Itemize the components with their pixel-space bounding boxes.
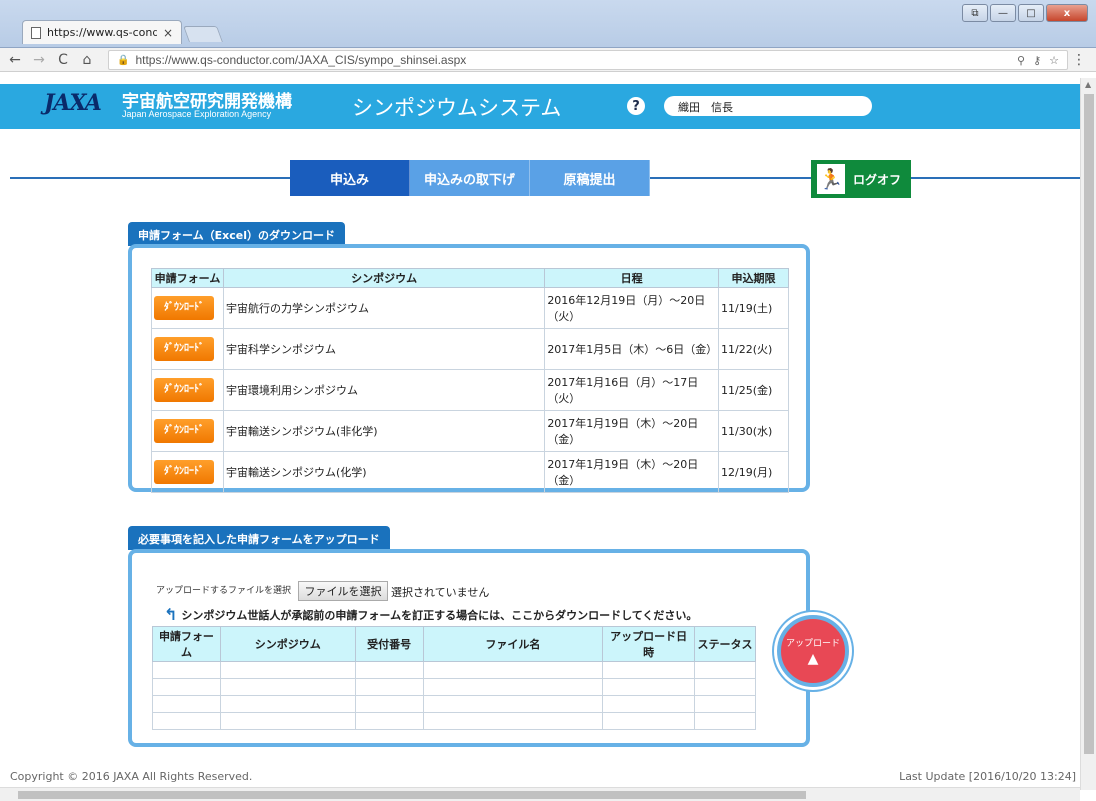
col-header-file-name: ファイル名 — [422, 626, 604, 662]
browser-menu-icon[interactable]: ⋮ — [1072, 52, 1086, 68]
logoff-label: ログオフ — [853, 172, 902, 187]
horizontal-scrollbar[interactable] — [0, 787, 1080, 801]
col-header-upload-date: アップロード日時 — [602, 626, 696, 662]
user-name: 織田 信長 — [664, 96, 872, 116]
browser-titlebar: https://www.qs-cond × ⧉ — □ x — [0, 0, 1096, 48]
schedule: 2017年1月19日（木）～20日（金） — [544, 410, 720, 452]
curved-arrow-icon: ↰ — [164, 605, 178, 624]
scrollbar-thumb[interactable] — [1084, 94, 1094, 754]
download-button[interactable]: ﾀﾞｳﾝﾛｰﾄﾞ — [154, 296, 214, 320]
upload-section-title: 必要事項を記入した申請フォームをアップロード — [128, 526, 390, 550]
address-bar[interactable]: 🔒 https://www.qs-conductor.com/JAXA_CIS/… — [108, 50, 1068, 70]
window-controls: ⧉ — □ x — [962, 4, 1088, 22]
deadline: 11/22(火) — [718, 328, 789, 370]
tab-submit-manuscript[interactable]: 原稿提出 — [530, 160, 650, 196]
browser-toolbar: ← → C ⌂ 🔒 https://www.qs-conductor.com/J… — [0, 48, 1096, 72]
correction-note: ↰ シンポジウム世話人が承認前の申請フォームを訂正する場合には、ここからダウンロ… — [164, 605, 697, 624]
minimize-icon[interactable]: — — [990, 4, 1016, 22]
symposium-name: 宇宙航行の力学シンポジウム — [222, 287, 546, 329]
download-button[interactable]: ﾀﾞｳﾝﾛｰﾄﾞ — [154, 419, 214, 443]
note-text: シンポジウム世話人が承認前の申請フォームを訂正する場合には、ここからダウンロード… — [181, 608, 698, 622]
col-header-deadline: 申込期限 — [718, 268, 789, 288]
download-button[interactable]: ﾀﾞｳﾝﾛｰﾄﾞ — [154, 378, 214, 402]
copyright: Copyright © 2016 JAXA All Rights Reserve… — [10, 770, 253, 783]
table-row: ﾀﾞｳﾝﾛｰﾄﾞ 宇宙輸送シンポジウム(非化学) 2017年1月19日（木）～2… — [151, 410, 789, 452]
page-icon — [31, 26, 41, 39]
jaxa-logo[interactable]: JAXA — [44, 90, 102, 116]
tab-apply[interactable]: 申込み — [290, 160, 410, 196]
table-row — [152, 661, 756, 679]
footer: Copyright © 2016 JAXA All Rights Reserve… — [0, 768, 1080, 786]
col-header-form: 申請フォーム — [151, 268, 224, 288]
schedule: 2017年1月19日（木）～20日（金） — [544, 451, 720, 493]
url-text[interactable]: https://www.qs-conductor.com/JAXA_CIS/sy… — [135, 53, 466, 67]
download-section-title: 申請フォーム（Excel）のダウンロード — [128, 222, 346, 246]
table-row: ﾀﾞｳﾝﾛｰﾄﾞ 宇宙環境利用シンポジウム 2017年1月16日（月）～17日（… — [151, 369, 789, 411]
symposium-name: 宇宙輸送シンポジウム(非化学) — [222, 410, 546, 452]
help-icon[interactable]: ? — [627, 97, 645, 115]
tab-close-icon[interactable]: × — [163, 26, 173, 40]
schedule: 2017年1月16日（月）～17日（火） — [544, 369, 720, 411]
org-name-en: Japan Aerospace Exploration Agency — [122, 109, 272, 119]
nav-divider — [911, 177, 1080, 179]
browser-tab[interactable]: https://www.qs-cond × — [22, 20, 182, 44]
col-header-receipt-number: 受付番号 — [354, 626, 424, 662]
zoom-icon[interactable]: ⚲ — [1017, 54, 1025, 67]
close-window-icon[interactable]: x — [1046, 4, 1088, 22]
home-icon[interactable]: ⌂ — [80, 52, 94, 68]
new-tab-button[interactable] — [183, 26, 223, 42]
table-row: ﾀﾞｳﾝﾛｰﾄﾞ 宇宙科学シンポジウム 2017年1月5日（木）～6日（金） 1… — [151, 328, 789, 370]
vertical-scrollbar[interactable]: ▲ — [1080, 78, 1096, 790]
site-header: JAXA 宇宙航空研究開発機構 Japan Aerospace Explorat… — [0, 84, 1080, 129]
nav-divider — [10, 177, 290, 179]
tab-title: https://www.qs-cond — [47, 26, 157, 39]
symposium-name: 宇宙環境利用シンポジウム — [222, 369, 546, 411]
main-nav: 申込み 申込みの取下げ 原稿提出 — [290, 160, 650, 196]
schedule: 2016年12月19日（月）～20日（火） — [544, 287, 720, 329]
download-button[interactable]: ﾀﾞｳﾝﾛｰﾄﾞ — [154, 460, 214, 484]
maximize-icon[interactable]: □ — [1018, 4, 1044, 22]
bookmark-star-icon[interactable]: ☆ — [1049, 54, 1059, 67]
col-header-status: ステータス — [694, 626, 756, 662]
deadline: 11/30(水) — [718, 410, 789, 452]
scrollbar-thumb[interactable] — [18, 791, 806, 799]
col-header-symposium: シンポジウム — [222, 268, 546, 288]
col-header-form: 申請フォーム — [152, 626, 221, 662]
table-row — [152, 712, 756, 730]
reload-icon[interactable]: C — [56, 52, 70, 68]
system-title: シンポジウムシステム — [352, 96, 562, 120]
download-button[interactable]: ﾀﾞｳﾝﾛｰﾄﾞ — [154, 337, 214, 361]
choose-file-button[interactable]: ファイルを選択 — [298, 581, 388, 601]
back-icon[interactable]: ← — [8, 52, 22, 68]
upload-button-label: アップロード — [785, 638, 840, 649]
upload-table: 申請フォーム シンポジウム 受付番号 ファイル名 アップロード日時 ステータス — [152, 626, 756, 730]
key-icon[interactable]: ⚷ — [1033, 54, 1041, 67]
deadline: 12/19(月) — [718, 451, 789, 493]
deadline: 11/19(土) — [718, 287, 789, 329]
forward-icon[interactable]: → — [32, 52, 46, 68]
table-row — [152, 678, 756, 696]
lock-icon: 🔒 — [117, 54, 130, 66]
upload-button[interactable]: アップロード ▲ — [777, 615, 849, 687]
exit-icon: 🏃 — [817, 164, 845, 194]
tab-withdraw[interactable]: 申込みの取下げ — [410, 160, 530, 196]
symposium-name: 宇宙科学シンポジウム — [222, 328, 546, 370]
symposium-name: 宇宙輸送シンポジウム(化学) — [222, 451, 546, 493]
restore-icon[interactable]: ⧉ — [962, 4, 988, 22]
download-table: 申請フォーム シンポジウム 日程 申込期限 ﾀﾞｳﾝﾛｰﾄﾞ 宇宙航行の力学シン… — [151, 268, 789, 493]
table-row: ﾀﾞｳﾝﾛｰﾄﾞ 宇宙航行の力学シンポジウム 2016年12月19日（月）～20… — [151, 287, 789, 329]
deadline: 11/25(金) — [718, 369, 789, 411]
schedule: 2017年1月5日（木）～6日（金） — [544, 328, 720, 370]
logoff-button[interactable]: 🏃 ログオフ — [811, 160, 911, 198]
table-row: ﾀﾞｳﾝﾛｰﾄﾞ 宇宙輸送シンポジウム(化学) 2017年1月19日（木）～20… — [151, 451, 789, 493]
file-status: 選択されていません — [391, 586, 490, 599]
upload-arrow-icon: ▲ — [807, 650, 819, 667]
last-update: Last Update [2016/10/20 13:24] — [899, 770, 1076, 783]
col-header-schedule: 日程 — [544, 268, 720, 288]
scroll-up-icon[interactable]: ▲ — [1085, 80, 1091, 89]
nav-divider — [650, 177, 811, 179]
file-select-label: アップロードするファイルを選択 — [156, 586, 292, 596]
col-header-symposium: シンポジウム — [219, 626, 356, 662]
table-row — [152, 695, 756, 713]
